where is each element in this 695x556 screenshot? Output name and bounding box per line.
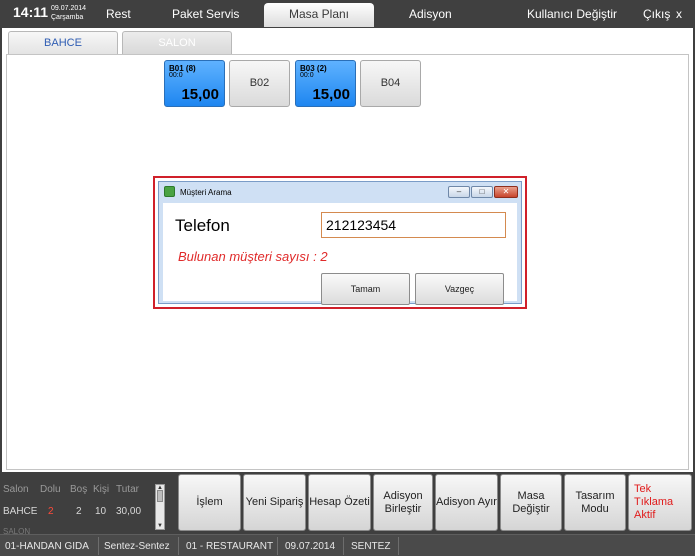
stats-header-tutar: Tutar	[116, 484, 139, 495]
status-separator	[398, 537, 399, 555]
status-company: 01-HANDAN GIDA	[5, 541, 89, 552]
occupancy-stats: Salon Dolu Boş Kişi Tutar BAHCE 2 2 10 3…	[0, 472, 166, 536]
islem-button[interactable]: İşlem	[178, 474, 241, 531]
islem-label: İşlem	[196, 496, 223, 508]
close-icon[interactable]: ✕	[494, 186, 518, 198]
stats-header-dolu: Dolu	[40, 484, 61, 495]
menu-cikis[interactable]: Çıkış	[643, 7, 670, 21]
adisyon-birlestir-label-1: Adisyon	[383, 489, 423, 502]
stats-tutar: 30,00	[116, 506, 142, 517]
status-department: 01 - RESTAURANT	[186, 541, 274, 552]
yeni-siparis-button[interactable]: Yeni Sipariş	[243, 474, 306, 531]
adisyon-birlestir-button[interactable]: Adisyon Birleştir	[373, 474, 433, 531]
adisyon-ayir-button[interactable]: Adisyon Ayır	[435, 474, 498, 531]
maximize-icon[interactable]: □	[471, 186, 493, 198]
tab-salon[interactable]: SALON	[122, 31, 232, 54]
status-separator	[343, 537, 344, 555]
masa-degistir-button[interactable]: Masa Değiştir	[500, 474, 562, 531]
app-icon	[164, 186, 175, 197]
table-b03[interactable]: B03 (2) 00:0 15,00	[295, 60, 356, 107]
tek-tiklama-label-2: Aktif	[634, 509, 656, 521]
top-bar: 14:11 09.07.2014 Çarşamba Rest Paket Ser…	[0, 0, 695, 28]
menu-adisyon[interactable]: Adisyon	[409, 7, 452, 21]
tasarim-modu-label-1: Tasarım	[575, 489, 615, 502]
menu-rest[interactable]: Rest	[106, 7, 131, 21]
phone-input[interactable]	[321, 212, 506, 238]
stats-bos: 2	[76, 506, 82, 517]
status-bar: 01-HANDAN GIDA Sentez-Sentez 01 - RESTAU…	[0, 534, 695, 556]
found-count-text: Bulunan müşteri sayısı : 2	[178, 249, 328, 264]
minimize-icon[interactable]: –	[448, 186, 470, 198]
customer-search-dialog: Müşteri Arama – □ ✕ Telefon Bulunan müşt…	[158, 181, 522, 305]
stats-kisi: 10	[95, 506, 107, 517]
status-separator	[98, 537, 99, 555]
weekday-value: Çarşamba	[51, 14, 84, 21]
masa-degistir-label-2: Değiştir	[512, 502, 550, 515]
table-time: 00:0	[300, 72, 314, 79]
hesap-ozeti-label: Hesap Özeti	[309, 496, 370, 508]
status-user: Sentez-Sentez	[104, 541, 170, 552]
stats-dolu: 2	[48, 506, 54, 517]
menu-kullanici-degistir[interactable]: Kullanıcı Değiştir	[527, 7, 617, 21]
customer-search-dialog-highlight: Müşteri Arama – □ ✕ Telefon Bulunan müşt…	[153, 176, 527, 309]
menu-paket-servis[interactable]: Paket Servis	[172, 7, 239, 21]
tab-bahce[interactable]: BAHCE	[8, 31, 118, 54]
yeni-siparis-label: Yeni Sipariş	[245, 496, 304, 508]
table-name: B02	[249, 77, 270, 89]
stats-scrollbar[interactable]: ▲ ▼	[155, 484, 165, 530]
ok-button[interactable]: Tamam	[321, 273, 410, 305]
status-separator	[277, 537, 278, 555]
scroll-thumb[interactable]	[157, 490, 163, 502]
tek-tiklama-button[interactable]: Tek Tıklama Aktif	[628, 474, 692, 531]
dialog-title-bar[interactable]: Müşteri Arama – □ ✕	[159, 182, 521, 202]
status-date: 09.07.2014	[285, 541, 336, 552]
clock-date: 09.07.2014 Çarşamba	[51, 4, 86, 22]
cancel-button[interactable]: Vazgeç	[415, 273, 504, 305]
table-amount: 15,00	[181, 86, 219, 103]
status-brand: SENTEZ	[351, 541, 391, 552]
stats-header-kisi: Kişi	[93, 484, 110, 495]
stats-salon: BAHCE	[3, 506, 38, 517]
phone-label: Telefon	[175, 216, 230, 235]
table-b04[interactable]: B04	[360, 60, 421, 107]
tek-tiklama-label-1: Tek Tıklama	[634, 483, 674, 508]
tasarim-modu-label-2: Modu	[581, 502, 609, 515]
menu-masa-plani[interactable]: Masa Planı	[264, 3, 374, 27]
stats-header-salon: Salon	[3, 484, 29, 495]
table-name: B04	[380, 77, 401, 89]
adisyon-birlestir-label-2: Birleştir	[384, 502, 422, 515]
table-b01[interactable]: B01 (8) 00:0 15,00	[164, 60, 225, 107]
tasarim-modu-button[interactable]: Tasarım Modu	[564, 474, 626, 531]
hesap-ozeti-button[interactable]: Hesap Özeti	[308, 474, 371, 531]
status-separator	[178, 537, 179, 555]
date-value: 09.07.2014	[51, 5, 87, 12]
dialog-body: Telefon Bulunan müşteri sayısı : 2 Tamam…	[163, 203, 517, 305]
dialog-title: Müşteri Arama	[180, 188, 232, 197]
table-b02[interactable]: B02	[229, 60, 290, 107]
table-amount: 15,00	[312, 86, 350, 103]
clock-time: 14:11	[13, 4, 49, 20]
adisyon-ayir-label: Adisyon Ayır	[436, 496, 497, 508]
table-time: 00:0	[169, 72, 183, 79]
close-icon[interactable]: x	[676, 7, 682, 21]
stats-header-bos: Boş	[70, 484, 88, 495]
masa-degistir-label-1: Masa	[517, 489, 545, 502]
scroll-down-icon[interactable]: ▼	[156, 523, 164, 529]
